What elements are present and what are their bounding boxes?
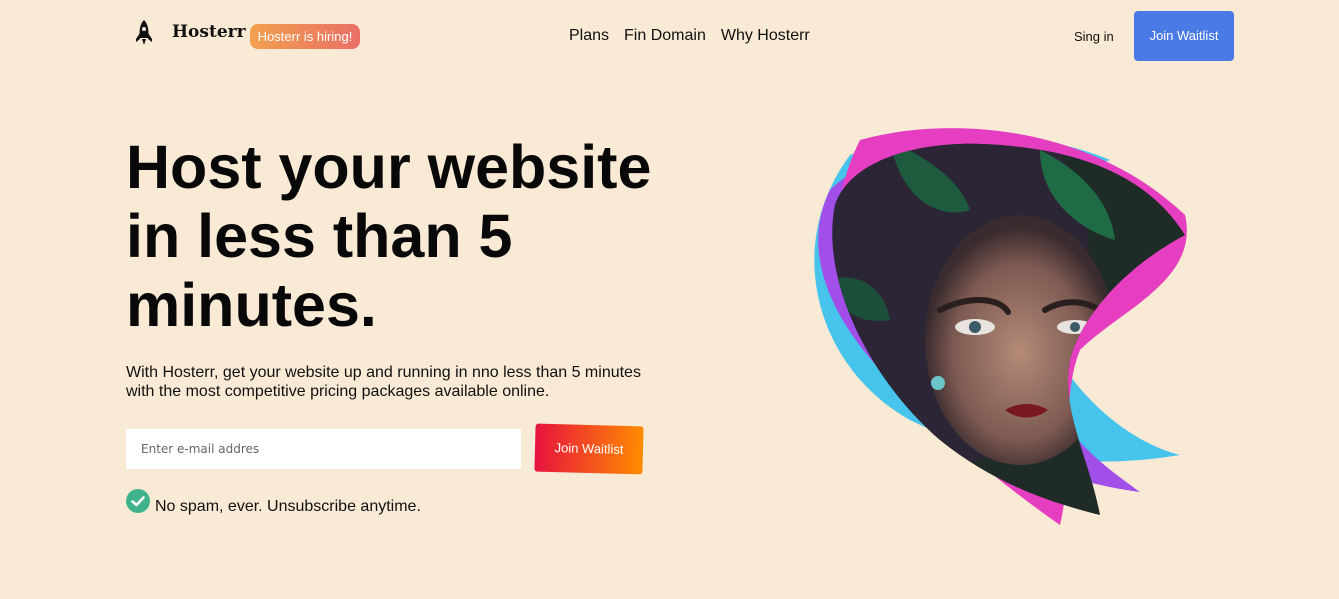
hero-subtitle: With Hosterr, get your website up and ru…	[126, 363, 656, 401]
main-nav: Plans Fin Domain Why Hosterr	[569, 27, 825, 45]
no-spam-note: No spam, ever. Unsubscribe anytime.	[155, 498, 421, 515]
hero-subtitle-line: with the most competitive pricing packag…	[126, 383, 550, 400]
hero-title-line: in less than 5	[126, 202, 513, 270]
hero-subtitle-line: With Hosterr, get your website up and ru…	[126, 364, 641, 381]
hiring-badge[interactable]: Hosterr is hiring!	[250, 24, 360, 49]
join-waitlist-button[interactable]: Join Waitlist	[534, 423, 644, 475]
hero-title-line: minutes.	[126, 271, 377, 339]
join-waitlist-header-button[interactable]: Join Waitlist	[1134, 11, 1234, 61]
check-circle-icon	[126, 489, 150, 513]
hero-title-line: Host your website	[126, 133, 652, 201]
header: Hosterr Hosterr is hiring! Plans Fin Dom…	[0, 0, 1339, 72]
logo-text[interactable]: Hosterr	[172, 22, 246, 42]
rocket-icon[interactable]	[133, 19, 155, 46]
sign-in-link[interactable]: Sing in	[1074, 29, 1114, 44]
nav-item-fin-domain[interactable]: Fin Domain	[624, 27, 706, 45]
hero-title: Host your website in less than 5 minutes…	[126, 133, 686, 340]
hero-portrait-image	[814, 128, 1187, 525]
nav-item-plans[interactable]: Plans	[569, 27, 609, 45]
email-field[interactable]	[126, 429, 521, 469]
nav-item-why-hosterr[interactable]: Why Hosterr	[721, 27, 810, 45]
